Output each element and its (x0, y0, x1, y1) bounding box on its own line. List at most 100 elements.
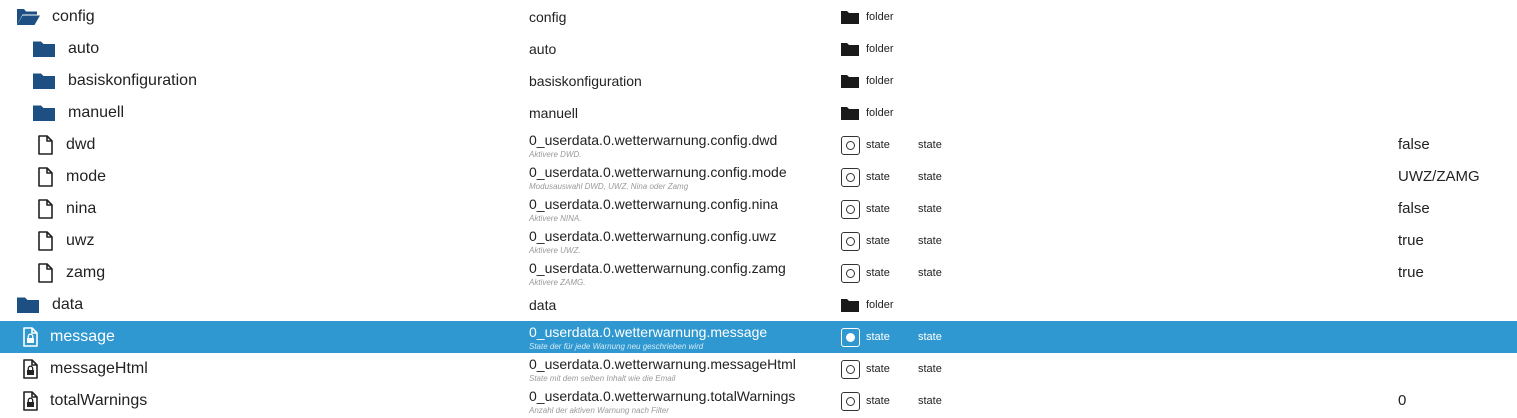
row-name: data (52, 296, 84, 313)
row-role: state (918, 363, 942, 375)
row-id: basiskonfiguration (529, 73, 642, 89)
row-id-cell: 0_userdata.0.wetterwarnung.config.zamg A… (529, 257, 829, 289)
tree-row-dwd[interactable]: dwd 0_userdata.0.wetterwarnung.config.dw… (0, 129, 1517, 161)
row-id: config (529, 9, 567, 25)
state-type-icon (839, 129, 861, 161)
tree-row-basiskonfiguration[interactable]: basiskonfiguration basiskonfiguration fo… (0, 65, 1517, 97)
row-type: state (866, 203, 890, 215)
file-icon (36, 193, 54, 225)
folder-icon[interactable] (31, 97, 57, 129)
row-value[interactable]: UWZ/ZAMG (1398, 161, 1480, 193)
folder-icon[interactable] (31, 33, 57, 65)
row-type: state (866, 363, 890, 375)
state-type-icon (839, 321, 861, 353)
state-type-icon (839, 161, 861, 193)
row-id-cell: 0_userdata.0.wetterwarnung.config.nina A… (529, 193, 829, 225)
row-type: folder (866, 11, 894, 23)
row-type: state (866, 331, 890, 343)
row-id-cell: 0_userdata.0.wetterwarnung.message State… (529, 321, 829, 353)
state-type-icon (839, 257, 861, 289)
row-id: 0_userdata.0.wetterwarnung.config.zamg (529, 260, 786, 276)
file-icon (36, 257, 54, 289)
row-type: folder (866, 107, 894, 119)
row-name: dwd (66, 136, 96, 153)
row-name: uwz (66, 232, 95, 249)
row-id-cell: 0_userdata.0.wetterwarnung.config.mode M… (529, 161, 829, 193)
tree-row-zamg[interactable]: zamg 0_userdata.0.wetterwarnung.config.z… (0, 257, 1517, 289)
row-name: mode (66, 168, 107, 185)
tree-row-uwz[interactable]: uwz 0_userdata.0.wetterwarnung.config.uw… (0, 225, 1517, 257)
row-name: message (50, 328, 115, 345)
row-description: Aktivere ZAMG. (529, 278, 586, 287)
file-icon (36, 161, 54, 193)
row-id-cell: data (529, 289, 829, 321)
row-value[interactable]: false (1398, 193, 1430, 225)
row-description: Aktivere NINA. (529, 214, 582, 223)
state-type-icon (839, 353, 861, 385)
row-type: state (866, 171, 890, 183)
tree-row-messageHtml[interactable]: messageHtml 0_userdata.0.wetterwarnung.m… (0, 353, 1517, 385)
row-id: 0_userdata.0.wetterwarnung.config.uwz (529, 228, 777, 244)
row-role: state (918, 235, 942, 247)
file-lock-icon (21, 353, 39, 385)
row-name: nina (66, 200, 97, 217)
row-value[interactable]: false (1398, 129, 1430, 161)
row-id: 0_userdata.0.wetterwarnung.messageHtml (529, 356, 796, 372)
row-id-cell: manuell (529, 97, 829, 129)
folder-open-icon[interactable] (14, 1, 42, 33)
row-description: State der für jede Warnung neu geschrieb… (529, 342, 704, 351)
row-type: state (866, 235, 890, 247)
tree-row-message[interactable]: message 0_userdata.0.wetterwarnung.messa… (0, 321, 1517, 353)
file-lock-icon (21, 321, 39, 353)
row-name: zamg (66, 264, 106, 281)
row-id: manuell (529, 105, 579, 121)
row-type: state (866, 139, 890, 151)
row-type: folder (866, 299, 894, 311)
row-value[interactable]: true (1398, 225, 1424, 257)
row-id: 0_userdata.0.wetterwarnung.config.nina (529, 196, 779, 212)
folder-type-icon (839, 65, 861, 97)
row-id: 0_userdata.0.wetterwarnung.totalWarnings (529, 388, 796, 404)
row-value[interactable]: true (1398, 257, 1424, 289)
folder-icon[interactable] (15, 289, 41, 321)
tree-row-nina[interactable]: nina 0_userdata.0.wetterwarnung.config.n… (0, 193, 1517, 225)
row-description: Aktivere UWZ. (529, 246, 581, 255)
tree-row-totalWarnings[interactable]: totalWarnings 0_userdata.0.wetterwarnung… (0, 385, 1517, 417)
row-id-cell: 0_userdata.0.wetterwarnung.messageHtml S… (529, 353, 829, 385)
row-id-cell: 0_userdata.0.wetterwarnung.totalWarnings… (529, 385, 829, 417)
row-id: 0_userdata.0.wetterwarnung.config.dwd (529, 132, 778, 148)
folder-type-icon (839, 289, 861, 321)
row-description: Anzahl der aktiven Warnung nach Filter (529, 406, 669, 415)
row-role: state (918, 203, 942, 215)
row-description: Modusauswahl DWD, UWZ, Nina oder Zamg (529, 182, 689, 191)
folder-icon[interactable] (31, 65, 57, 97)
state-type-icon (839, 225, 861, 257)
state-type-icon (839, 385, 861, 417)
row-value[interactable]: 0 (1398, 385, 1406, 417)
row-name: manuell (68, 104, 125, 121)
folder-type-icon (839, 1, 861, 33)
row-name: basiskonfiguration (68, 72, 197, 89)
row-name: messageHtml (50, 360, 148, 377)
row-id: 0_userdata.0.wetterwarnung.message (529, 324, 768, 340)
tree-row-config[interactable]: config config folder (0, 1, 1517, 33)
tree-row-manuell[interactable]: manuell manuell folder (0, 97, 1517, 129)
row-role: state (918, 171, 942, 183)
row-role: state (918, 139, 942, 151)
row-type: state (866, 267, 890, 279)
row-id-cell: 0_userdata.0.wetterwarnung.config.uwz Ak… (529, 225, 829, 257)
row-description: Aktivere DWD. (529, 150, 582, 159)
row-id-cell: basiskonfiguration (529, 65, 829, 97)
row-description: State mit dem selben Inhalt wie die Emai… (529, 374, 676, 383)
row-id: 0_userdata.0.wetterwarnung.config.mode (529, 164, 787, 180)
row-type: folder (866, 43, 894, 55)
row-role: state (918, 331, 942, 343)
folder-type-icon (839, 97, 861, 129)
state-type-icon (839, 193, 861, 225)
tree-row-auto[interactable]: auto auto folder (0, 33, 1517, 65)
row-id: data (529, 297, 557, 313)
row-name: auto (68, 40, 100, 57)
folder-type-icon (839, 33, 861, 65)
tree-row-mode[interactable]: mode 0_userdata.0.wetterwarnung.config.m… (0, 161, 1517, 193)
tree-row-data[interactable]: data data folder (0, 289, 1517, 321)
